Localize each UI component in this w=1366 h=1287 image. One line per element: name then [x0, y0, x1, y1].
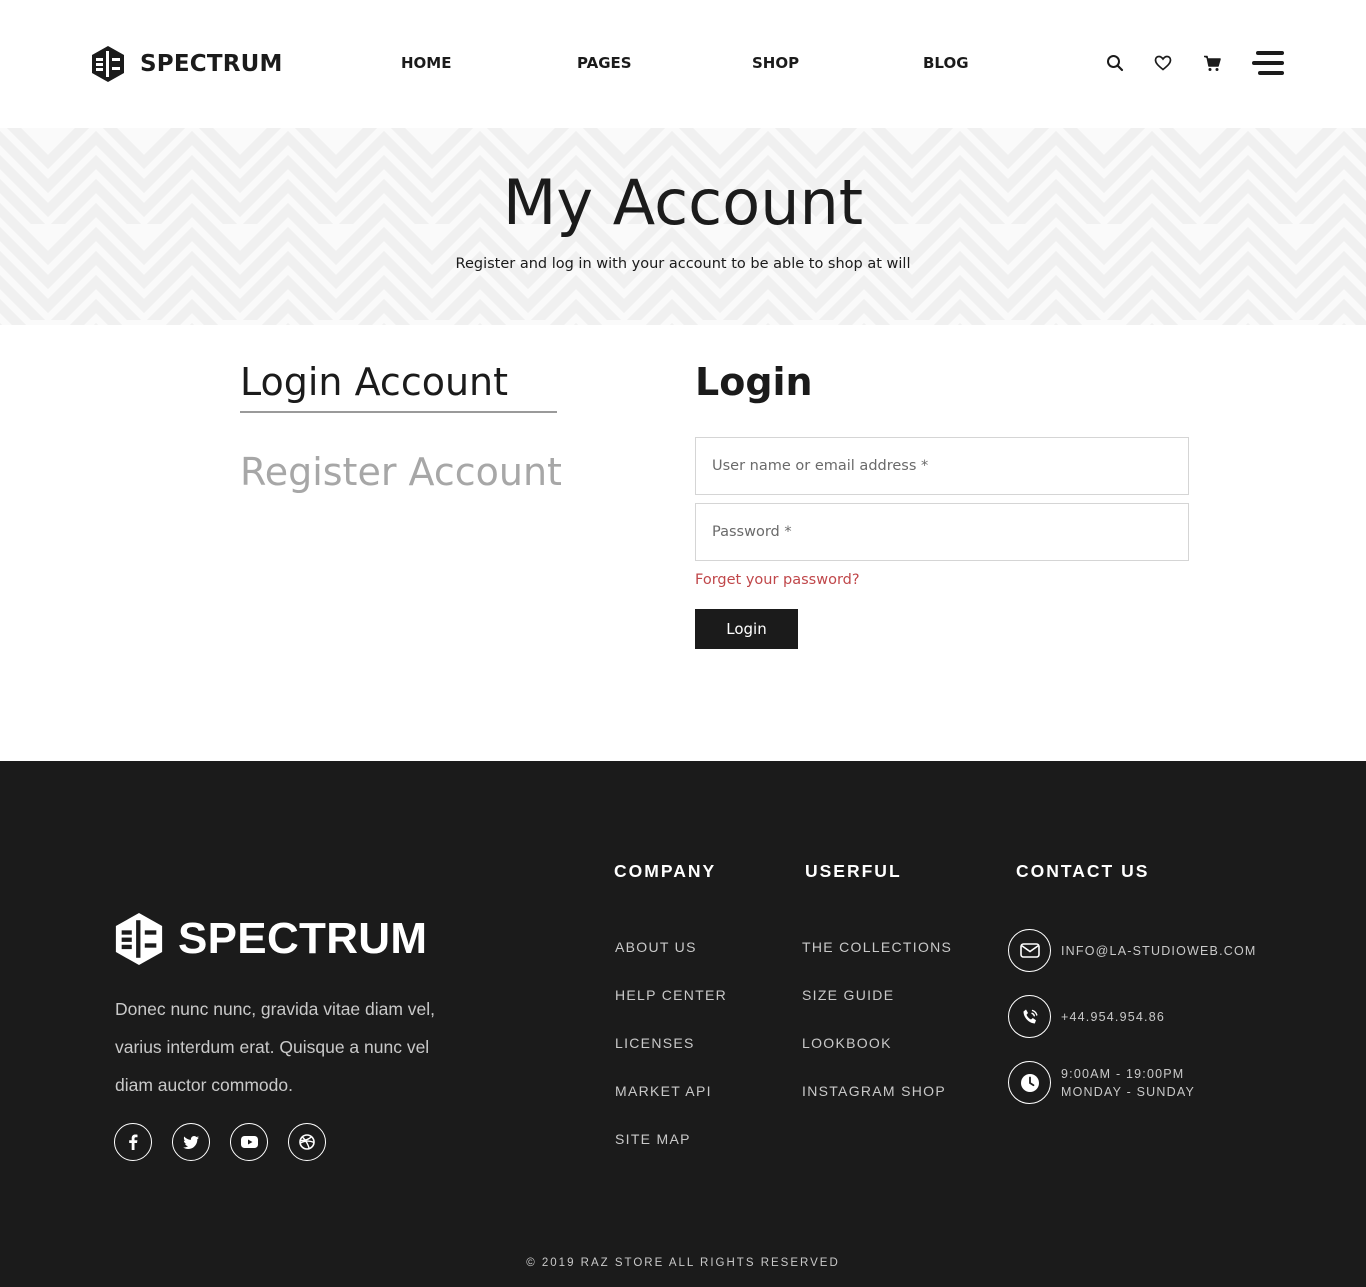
clock-icon	[1008, 1061, 1051, 1104]
nav-shop[interactable]: SHOP	[752, 54, 799, 72]
footer-company-title: COMPANY	[614, 861, 717, 881]
tab-login-account[interactable]: Login Account	[240, 360, 508, 404]
dribbble-icon[interactable]	[288, 1123, 326, 1161]
page-subtitle: Register and log in with your account to…	[455, 256, 911, 272]
menu-icon[interactable]	[1250, 49, 1286, 79]
password-field[interactable]	[695, 503, 1189, 561]
copyright: © 2019 RAZ STORE ALL RIGHTS RESERVED	[526, 1257, 840, 1269]
facebook-icon[interactable]	[114, 1123, 152, 1161]
heart-icon[interactable]	[1152, 52, 1174, 74]
footer-link-the-collections[interactable]: THE COLLECTIONS	[802, 939, 952, 955]
footer-link-help-center[interactable]: HELP CENTER	[615, 987, 727, 1003]
footer-link-size-guide[interactable]: SIZE GUIDE	[802, 987, 894, 1003]
tab-register-account[interactable]: Register Account	[240, 450, 562, 494]
contact-days: MONDAY - SUNDAY	[1061, 1085, 1195, 1099]
footer-description: Donec nunc nunc, gravida vitae diam vel,…	[115, 999, 436, 1095]
footer-link-site-map[interactable]: SITE MAP	[615, 1131, 691, 1147]
nav-blog[interactable]: BLOG	[923, 54, 969, 72]
footer-link-licenses[interactable]: LICENSES	[615, 1035, 695, 1051]
phone-icon	[1008, 995, 1051, 1038]
spectrum-logo-icon	[115, 913, 163, 965]
site-header: SPECTRUM HOME PAGES SHOP BLOG	[0, 0, 1366, 128]
forgot-password-link[interactable]: Forget your password?	[695, 572, 860, 588]
spectrum-logo-icon	[92, 46, 124, 82]
login-form-title: Login	[695, 360, 813, 404]
brand-name: SPECTRUM	[140, 51, 283, 77]
nav-home[interactable]: HOME	[401, 54, 451, 72]
footer-link-about-us[interactable]: ABOUT US	[615, 939, 697, 955]
footer-contact-title: CONTACT US	[1016, 861, 1150, 881]
contact-phone: +44.954.954.86	[1061, 1010, 1166, 1024]
login-button[interactable]: Login	[695, 609, 798, 649]
brand-logo[interactable]: SPECTRUM	[92, 46, 283, 82]
twitter-icon[interactable]	[172, 1123, 210, 1161]
footer-brand-name: SPECTRUM	[178, 914, 428, 963]
contact-hours: 9:00AM - 19:00PM	[1061, 1067, 1185, 1081]
footer-useful-title: USERFUL	[805, 861, 902, 881]
cart-icon[interactable]	[1201, 52, 1223, 74]
footer-link-market-api[interactable]: MARKET API	[615, 1083, 712, 1099]
youtube-icon[interactable]	[230, 1123, 268, 1161]
username-field[interactable]	[695, 437, 1189, 495]
footer-link-lookbook[interactable]: LOOKBOOK	[802, 1035, 892, 1051]
site-footer: SPECTRUM Donec nunc nunc, gravida vitae …	[0, 761, 1366, 1287]
contact-email[interactable]: INFO@LA-STUDIOWEB.COM	[1061, 942, 1257, 960]
envelope-icon	[1008, 929, 1051, 972]
footer-link-instagram-shop[interactable]: INSTAGRAM SHOP	[802, 1083, 946, 1099]
search-icon[interactable]	[1104, 52, 1126, 74]
page-title: My Account	[502, 166, 864, 239]
active-tab-indicator	[240, 411, 557, 413]
footer-brand-logo[interactable]: SPECTRUM	[115, 913, 427, 965]
nav-pages[interactable]: PAGES	[577, 54, 632, 72]
